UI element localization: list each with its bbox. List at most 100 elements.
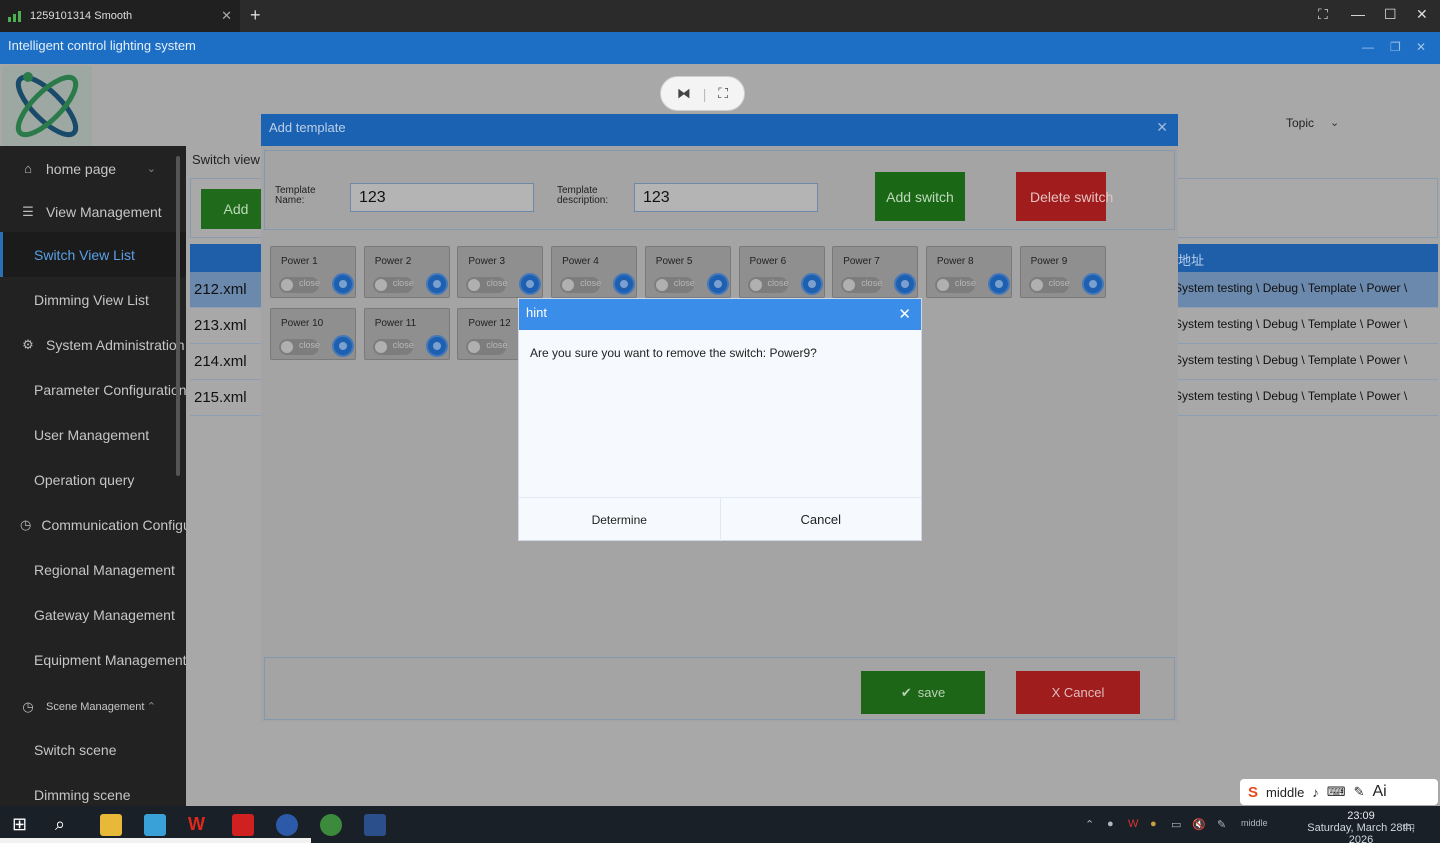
switch-card[interactable]: Power 3 close bbox=[457, 246, 544, 298]
switch-name: Power 12 bbox=[468, 318, 511, 329]
switch-name: Power 9 bbox=[1030, 256, 1068, 267]
row-name: 215.xml bbox=[194, 389, 247, 406]
chevron-down-icon[interactable]: ⌄ bbox=[1330, 116, 1339, 129]
settings-gear-icon[interactable] bbox=[332, 273, 354, 295]
tray-app-icon[interactable]: ● bbox=[1107, 818, 1114, 830]
switch-name: Power 10 bbox=[281, 318, 324, 329]
search-icon[interactable]: ⌕ bbox=[55, 814, 77, 836]
cancel-button[interactable]: X Cancel bbox=[1016, 671, 1140, 714]
sidebar-item-dimming-view-list[interactable]: Dimming View List bbox=[0, 277, 186, 322]
app-close-icon[interactable]: ✕ bbox=[1416, 40, 1426, 54]
settings-gear-icon[interactable] bbox=[987, 273, 1010, 295]
network-icon[interactable]: ▭ bbox=[1171, 818, 1181, 831]
close-icon[interactable]: ✕ bbox=[898, 305, 911, 323]
minimize-icon[interactable]: — bbox=[1351, 6, 1365, 22]
sidebar-item-label: Communication Configuration bbox=[41, 516, 186, 533]
switch-card[interactable]: Power 11 close bbox=[363, 308, 450, 360]
keyboard-icon[interactable]: ⌨ bbox=[1327, 784, 1346, 800]
close-window-icon[interactable]: ✕ bbox=[1416, 6, 1428, 23]
ime-toolbar: S middle ♪ ⌨ ✎ Ai bbox=[1240, 779, 1438, 805]
determine-button[interactable]: Determine bbox=[519, 498, 721, 541]
expand-icon[interactable]: ⛶ bbox=[718, 85, 728, 102]
app-icon[interactable] bbox=[144, 814, 166, 836]
skin-icon[interactable]: ✎ bbox=[1354, 784, 1365, 800]
maximize-icon[interactable]: ☐ bbox=[1384, 6, 1397, 23]
close-icon[interactable]: ✕ bbox=[1156, 119, 1168, 136]
sidebar-item-label: Scene Management bbox=[46, 700, 145, 713]
browser-icon[interactable] bbox=[276, 814, 298, 836]
settings-gear-icon[interactable] bbox=[519, 273, 542, 295]
template-description-input[interactable]: 123 bbox=[634, 183, 818, 212]
switch-name: Power 3 bbox=[468, 256, 506, 267]
settings-gear-icon[interactable] bbox=[613, 273, 636, 295]
app-icon[interactable] bbox=[320, 814, 342, 836]
switch-card[interactable]: Power 1 close bbox=[270, 246, 356, 298]
settings-gear-icon[interactable] bbox=[425, 273, 448, 295]
switch-card[interactable]: Power 9 close bbox=[1019, 246, 1106, 298]
sidebar-item-label: home page bbox=[46, 160, 117, 177]
notification-icon[interactable]: ▭ bbox=[1403, 818, 1415, 834]
settings-gear-icon[interactable] bbox=[1081, 273, 1104, 295]
switch-card[interactable]: Power 8 close bbox=[925, 246, 1012, 298]
switch-card[interactable]: Power 7 close bbox=[832, 246, 919, 298]
switch-card[interactable]: Power 6 close bbox=[738, 246, 825, 298]
app-restore-icon[interactable]: ❐ bbox=[1390, 40, 1401, 54]
sidebar-item-regional-management[interactable]: Regional Management bbox=[0, 547, 186, 592]
delete-switch-button[interactable]: Delete switch bbox=[1016, 172, 1113, 221]
switch-card[interactable]: Power 5 close bbox=[644, 246, 731, 298]
sidebar-item-system-administration[interactable]: ⚙ System Administration bbox=[0, 322, 186, 367]
sidebar-scrollbar[interactable] bbox=[176, 156, 180, 476]
new-tab-icon[interactable]: + bbox=[250, 5, 261, 26]
template-name-input[interactable]: 123 bbox=[350, 183, 534, 212]
settings-gear-icon[interactable] bbox=[706, 273, 729, 295]
settings-gear-icon[interactable] bbox=[425, 335, 448, 357]
sidebar-item-switch-scene[interactable]: Switch scene bbox=[0, 727, 186, 772]
windows-start-icon[interactable]: ⊞ bbox=[12, 814, 34, 836]
sidebar-item-scene-management[interactable]: ◷ Scene Management ⌃ bbox=[0, 684, 186, 729]
sidebar-item-home[interactable]: ⌂ home page ⌄ bbox=[0, 146, 186, 191]
hint-cancel-button[interactable]: Cancel bbox=[721, 498, 922, 541]
sidebar-item-equipment-management[interactable]: Equipment Management bbox=[0, 637, 186, 682]
app-minimize-icon[interactable]: — bbox=[1362, 40, 1374, 54]
sidebar-item-dimming-scene[interactable]: Dimming scene bbox=[0, 772, 186, 806]
fullscreen-icon[interactable]: ⛶ bbox=[1318, 6, 1328, 23]
tray-app-icon[interactable]: W bbox=[1128, 818, 1138, 830]
remote-session-tab[interactable]: 1259101314 Smooth ✕ bbox=[0, 0, 240, 32]
ime-mode[interactable]: middle bbox=[1266, 785, 1304, 800]
sidebar-item-switch-view-list[interactable]: Switch View List bbox=[0, 232, 186, 277]
add-switch-button[interactable]: Add switch bbox=[875, 172, 965, 221]
close-tab-icon[interactable]: ✕ bbox=[221, 8, 232, 24]
lighting-app-icon[interactable] bbox=[364, 814, 386, 836]
pen-icon[interactable]: ✎ bbox=[1217, 818, 1226, 831]
ai-button[interactable]: Ai bbox=[1372, 783, 1386, 801]
topic-selector[interactable]: Topic bbox=[1286, 116, 1314, 130]
sidebar-item-parameter-configuration[interactable]: Parameter Configuration bbox=[0, 367, 186, 412]
settings-gear-icon[interactable] bbox=[894, 273, 917, 295]
switch-card[interactable]: Power 2 close bbox=[363, 246, 450, 298]
volume-muted-icon[interactable]: 🔇 bbox=[1192, 818, 1206, 831]
sidebar-item-view-management[interactable]: ☰ View Management bbox=[0, 189, 186, 234]
switch-card[interactable]: Power 10 close bbox=[270, 308, 356, 360]
app-icon[interactable] bbox=[232, 814, 254, 836]
switch-state: close bbox=[299, 340, 321, 350]
toggle-panel-icon[interactable]: ⧓ bbox=[677, 85, 691, 102]
tray-chevron-up-icon[interactable]: ⌃ bbox=[1085, 818, 1094, 831]
chevron-up-icon: ⌃ bbox=[146, 701, 156, 713]
settings-gear-icon[interactable] bbox=[800, 273, 823, 295]
tray-app-icon[interactable]: ● bbox=[1150, 818, 1157, 830]
sidebar-item-communication-configuration[interactable]: ◷ Communication Configuration bbox=[0, 502, 186, 547]
microphone-icon[interactable]: ♪ bbox=[1312, 785, 1319, 800]
settings-gear-icon[interactable] bbox=[332, 335, 354, 357]
wps-icon[interactable]: W bbox=[188, 814, 210, 836]
ime-logo-icon[interactable]: S bbox=[1248, 784, 1258, 801]
file-explorer-icon[interactable] bbox=[100, 814, 122, 836]
switch-card[interactable]: Power 4 close bbox=[551, 246, 638, 298]
sidebar-item-user-management[interactable]: User Management bbox=[0, 412, 186, 457]
switch-state: close bbox=[486, 278, 508, 288]
save-button[interactable]: ✔ save bbox=[861, 671, 985, 714]
sidebar-item-operation-query[interactable]: Operation query bbox=[0, 457, 186, 502]
ime-indicator[interactable]: middle bbox=[1241, 818, 1268, 828]
hint-message: Are you sure you want to remove the swit… bbox=[530, 346, 817, 360]
app-title: Intelligent control lighting system bbox=[8, 38, 196, 53]
sidebar-item-gateway-management[interactable]: Gateway Management bbox=[0, 592, 186, 637]
